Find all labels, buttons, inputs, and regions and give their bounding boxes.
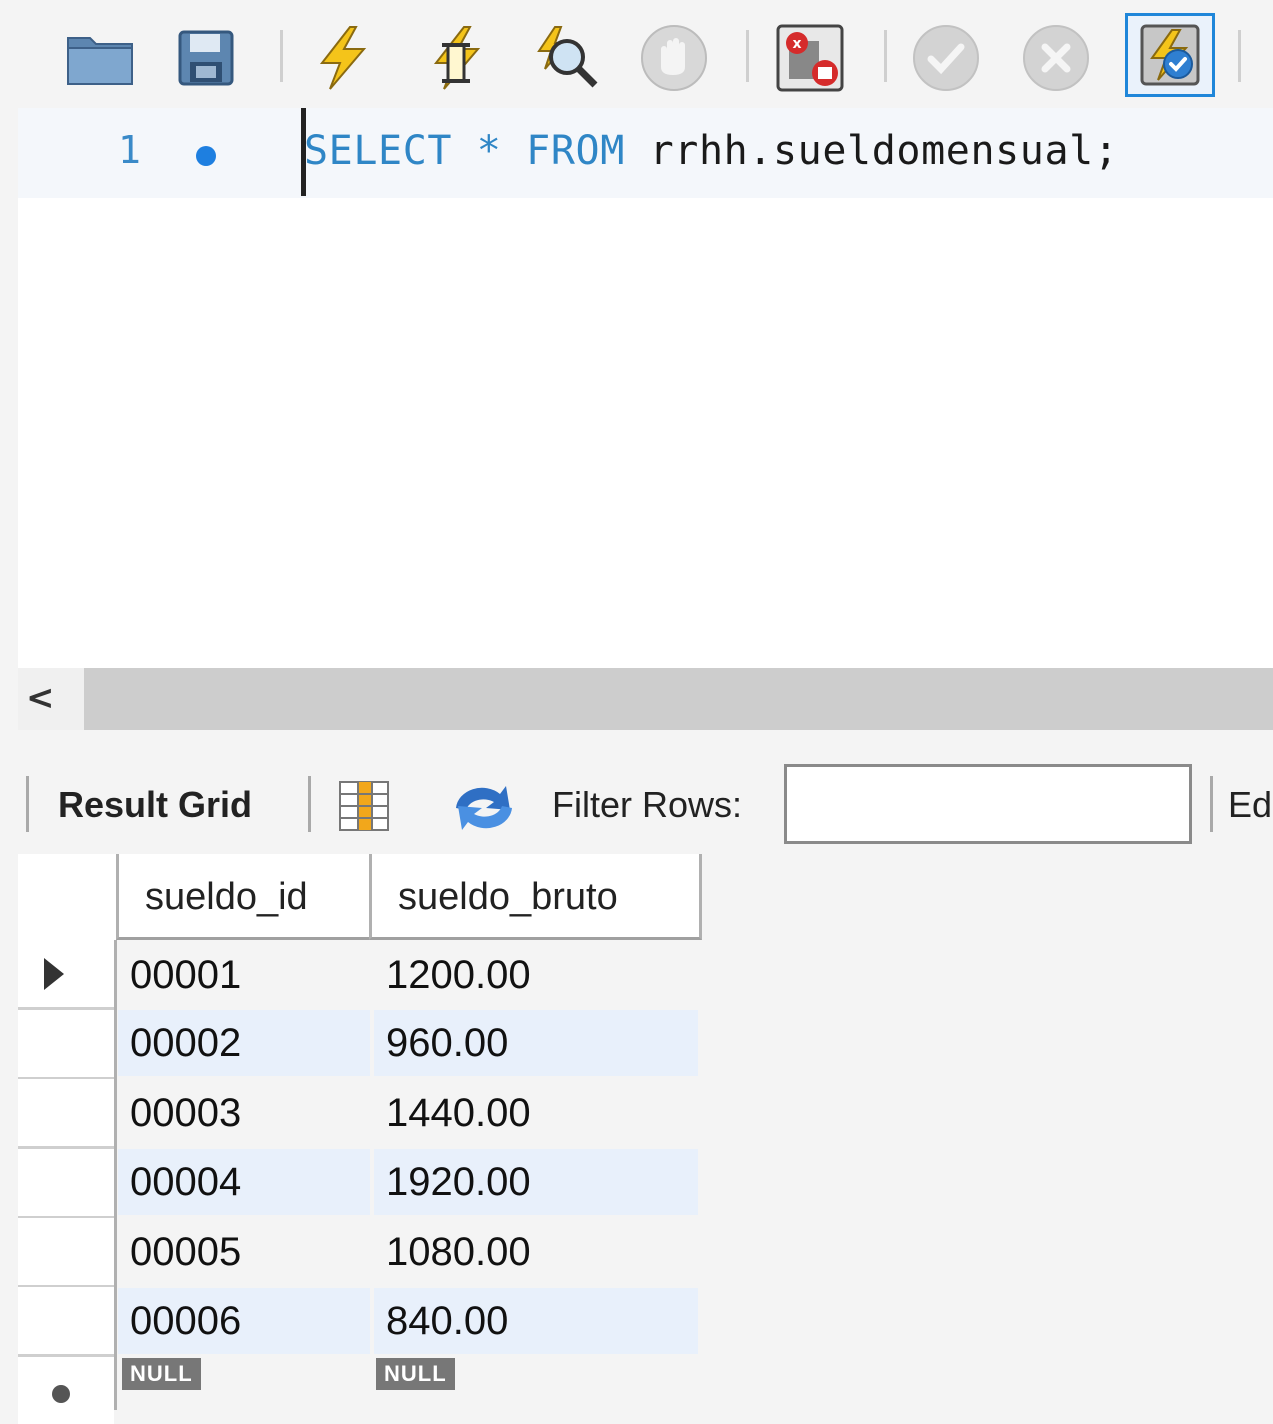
open-folder-icon xyxy=(67,37,133,85)
row-selector[interactable] xyxy=(18,1287,114,1357)
row-selector[interactable] xyxy=(18,1010,114,1080)
sql-star: * xyxy=(476,128,502,174)
svg-text:x: x xyxy=(792,36,801,52)
open-folder-button[interactable] xyxy=(62,22,138,94)
row-selector[interactable] xyxy=(18,1149,114,1219)
table-cell[interactable]: 960.00 xyxy=(374,1010,698,1076)
explain-icon xyxy=(537,26,598,88)
new-row-star-icon xyxy=(52,1385,70,1403)
result-grid-tab[interactable]: Result Grid xyxy=(58,784,252,826)
sql-table-identifier: rrhh.sueldomensual; xyxy=(649,128,1119,174)
scroll-left-arrow-icon[interactable]: < xyxy=(26,678,70,718)
grid-corner xyxy=(18,854,116,943)
toolbar-separator xyxy=(308,776,311,832)
stop-on-error-toggle[interactable]: x xyxy=(772,22,848,94)
grid-layout-icon xyxy=(339,781,389,831)
toolbar-separator xyxy=(884,30,887,82)
stop-on-error-icon: x xyxy=(776,24,844,92)
explain-button[interactable] xyxy=(528,22,604,94)
table-cell[interactable]: 1200.00 xyxy=(374,942,698,1008)
save-button[interactable] xyxy=(168,22,244,94)
row-selector[interactable] xyxy=(18,940,114,1010)
autocommit-toggle-icon xyxy=(1140,24,1200,86)
table-cell[interactable]: 1920.00 xyxy=(374,1149,698,1215)
execute-current-statement-icon xyxy=(433,26,481,90)
current-line: 1 SELECT * FROM rrhh.sueldomensual; xyxy=(18,108,1273,198)
table-cell[interactable]: 1440.00 xyxy=(374,1080,698,1146)
table-cell[interactable]: 00006 xyxy=(118,1288,370,1354)
autocommit-toggle-button[interactable] xyxy=(1125,13,1215,97)
sql-keyword-from: FROM xyxy=(526,128,625,174)
sql-editor-toolbar: x xyxy=(0,0,1273,108)
sql-keyword-select: SELECT xyxy=(304,128,453,174)
stop-icon xyxy=(641,25,707,91)
toolbar-separator xyxy=(26,776,29,832)
row-selector[interactable] xyxy=(18,1079,114,1149)
scrollbar-thumb[interactable] xyxy=(84,668,1273,730)
stop-button[interactable] xyxy=(636,22,712,94)
line-number: 1 xyxy=(118,128,141,172)
table-cell[interactable]: 00005 xyxy=(118,1219,370,1285)
save-icon xyxy=(178,30,234,86)
table-cell[interactable]: 00004 xyxy=(118,1149,370,1215)
row-selector[interactable] xyxy=(18,1218,114,1288)
grid-layout-button[interactable] xyxy=(336,778,392,838)
sql-statement[interactable]: SELECT * FROM rrhh.sueldomensual; xyxy=(304,128,1119,174)
rollback-button[interactable] xyxy=(1018,22,1094,94)
execute-icon xyxy=(319,26,367,90)
new-row-selector[interactable] xyxy=(18,1357,114,1424)
toolbar-separator xyxy=(1238,30,1241,82)
toolbar-separator xyxy=(1210,776,1213,832)
sql-editor[interactable]: 1 SELECT * FROM rrhh.sueldomensual; xyxy=(18,108,1273,668)
refresh-button[interactable] xyxy=(446,778,522,842)
table-cell[interactable]: 00003 xyxy=(118,1080,370,1146)
table-cell[interactable]: 00002 xyxy=(118,1010,370,1076)
table-cell[interactable]: 1080.00 xyxy=(374,1219,698,1285)
toolbar-separator xyxy=(746,30,749,82)
rollback-icon xyxy=(1023,25,1089,91)
commit-button[interactable] xyxy=(908,22,984,94)
table-cell[interactable]: 840.00 xyxy=(374,1288,698,1354)
execute-current-statement-button[interactable] xyxy=(418,22,494,94)
table-cell[interactable]: 00001 xyxy=(118,942,370,1008)
refresh-icon xyxy=(456,786,512,830)
null-badge[interactable]: NULL xyxy=(376,1358,455,1390)
row-gutter-divider xyxy=(114,940,117,1410)
current-row-arrow-icon xyxy=(44,958,64,990)
column-header-sueldo-id[interactable]: sueldo_id xyxy=(116,854,371,940)
statement-marker-icon xyxy=(196,146,216,166)
filter-rows-label: Filter Rows: xyxy=(552,784,743,825)
filter-rows-input[interactable] xyxy=(784,764,1192,844)
edit-label[interactable]: Ed xyxy=(1228,784,1272,826)
column-header-sueldo-bruto[interactable]: sueldo_bruto xyxy=(369,854,702,940)
commit-icon xyxy=(913,25,979,91)
execute-button[interactable] xyxy=(304,22,380,94)
toolbar-separator xyxy=(280,30,283,82)
horizontal-scrollbar[interactable]: < xyxy=(18,668,1273,730)
null-badge[interactable]: NULL xyxy=(122,1358,201,1390)
